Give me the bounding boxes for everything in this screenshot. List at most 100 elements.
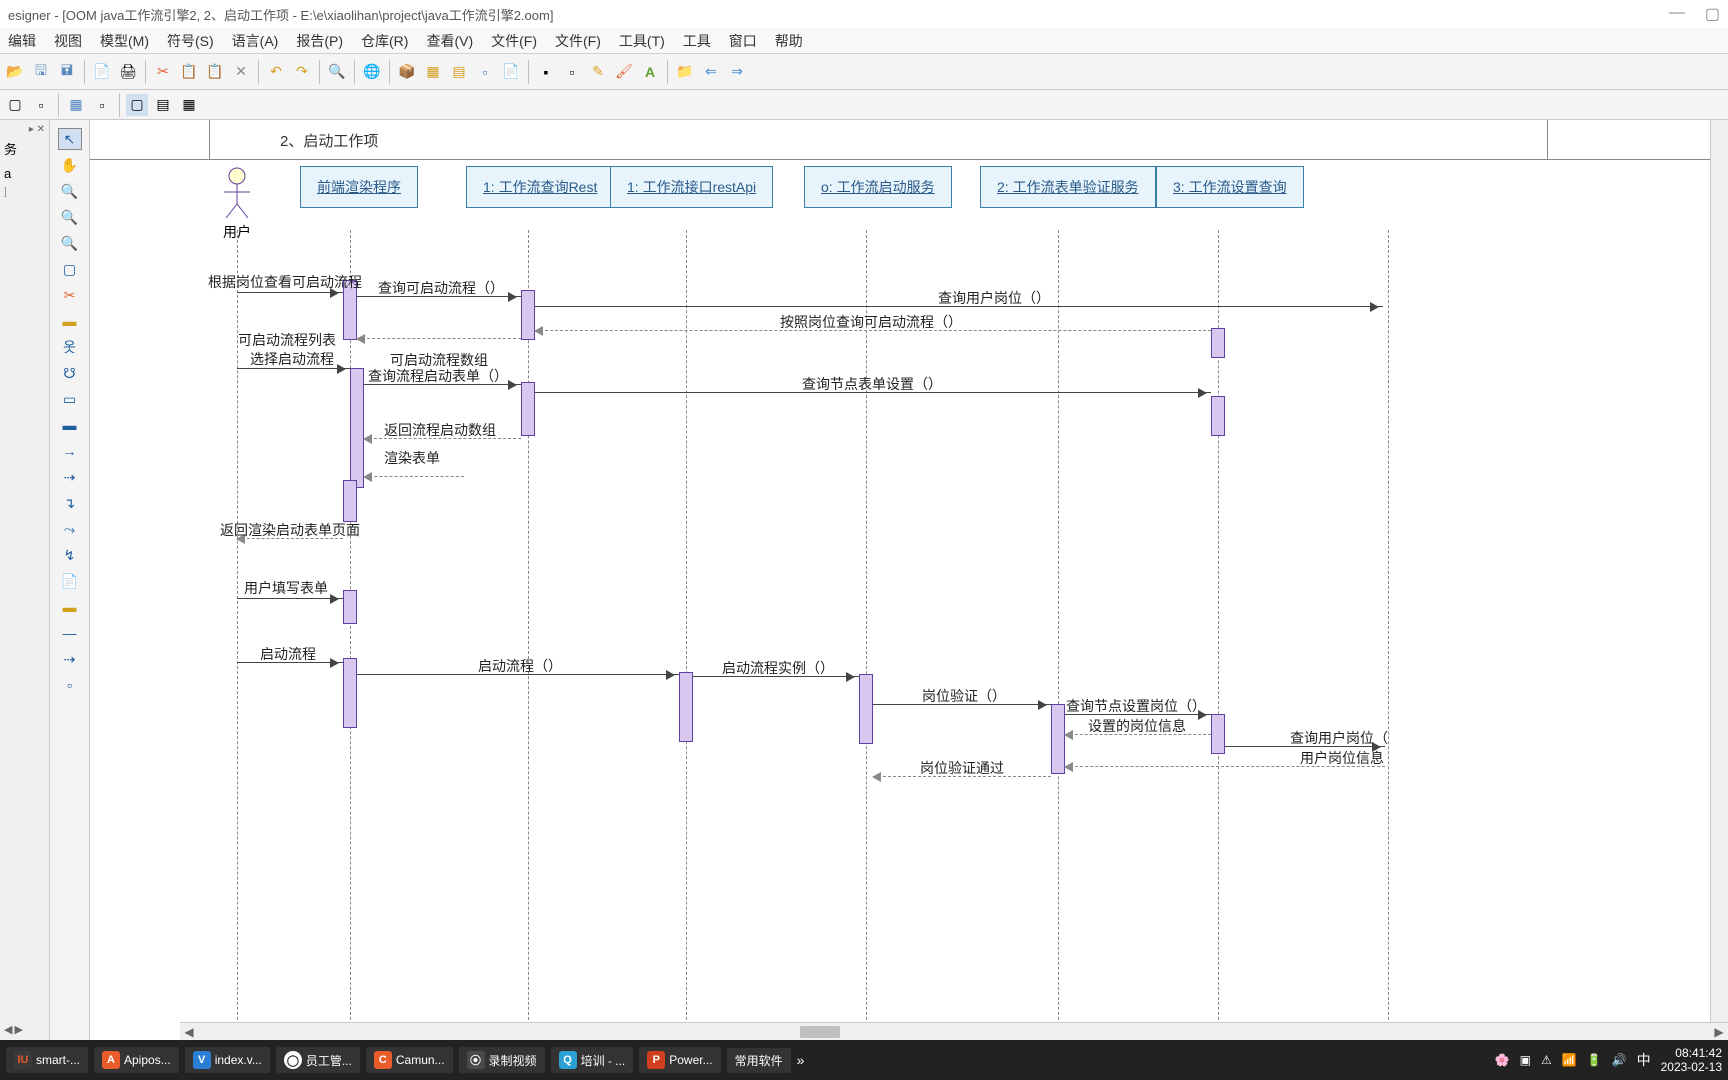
zoom-out-icon[interactable]: 🔍 [58,206,82,228]
zoom-in-icon[interactable]: 🔍 [58,180,82,202]
taskbar-item[interactable]: ⦿录制视频 [459,1047,545,1073]
new-icon[interactable]: 📄 [500,61,522,83]
message-tool-icon[interactable]: → [58,440,82,462]
taskbar-overflow-icon[interactable]: » [797,1052,805,1068]
volume-icon[interactable]: 🔊 [1612,1053,1627,1067]
rect-tool-icon[interactable]: ▭ [58,388,82,410]
menu-help[interactable]: 帮助 [775,31,803,51]
package-tool-icon[interactable]: ▬ [58,310,82,332]
menu-edit[interactable]: 编辑 [8,31,36,51]
taskbar-item[interactable]: 常用软件 [727,1048,791,1073]
wifi-icon[interactable]: 📶 [1562,1053,1577,1067]
link-tool-icon[interactable]: ― [58,622,82,644]
scroll-right-icon[interactable]: ▶ [14,1023,22,1036]
scroll-left-icon[interactable]: ◀ [4,1023,12,1036]
lifeline-frontend[interactable]: 前端渲染程序 [300,166,418,208]
return-tool-icon[interactable]: ⇢ [58,466,82,488]
create-msg-tool-icon[interactable]: ⤳ [58,518,82,540]
cut-icon[interactable]: ✂ [152,61,174,83]
frame-tool-icon[interactable]: ▬ [58,414,82,436]
diagram-icon[interactable]: ▤ [448,61,470,83]
tray-icon[interactable]: ⚠ [1541,1053,1552,1067]
menu-file[interactable]: 文件(F) [491,31,537,51]
copy-icon[interactable]: 📋 [178,61,200,83]
redo-icon[interactable]: ↷ [291,61,313,83]
menu-language[interactable]: 语言(A) [232,31,279,51]
lifeline-start-svc[interactable]: o: 工作流启动服务 [804,166,952,208]
destroy-tool-icon[interactable]: ↯ [58,544,82,566]
scissors-icon[interactable]: ✂ [58,284,82,306]
zoom-region-icon[interactable]: ▢ [58,258,82,280]
undo-icon[interactable]: ↶ [265,61,287,83]
delete-icon[interactable]: ✕ [230,61,252,83]
scroll-thumb[interactable] [800,1026,840,1038]
actor-tool-icon[interactable]: 옷 [58,336,82,358]
zoom-fit-icon[interactable]: 🔍 [58,232,82,254]
lifeline-rest-api[interactable]: 1: 工作流接口restApi [610,166,773,208]
anchor-tool-icon[interactable]: ▬ [58,596,82,618]
taskbar-item[interactable]: Q培训 - ... [551,1047,634,1073]
viewmode4-icon[interactable]: ▤ [152,94,174,116]
menu-symbol[interactable]: 符号(S) [167,31,214,51]
menu-file2[interactable]: 文件(F) [555,31,601,51]
layout1-icon[interactable]: ▢ [4,94,26,116]
layout2-icon[interactable]: ▫ [30,94,52,116]
pencil-icon[interactable]: ✎ [587,61,609,83]
menu-view[interactable]: 视图 [54,31,82,51]
nav-back-icon[interactable]: ⇐ [700,61,722,83]
viewmode5-icon[interactable]: ▦ [178,94,200,116]
lifeline-setting-query[interactable]: 3: 工作流设置查询 [1156,166,1304,208]
menu-tools[interactable]: 工具(T) [619,31,665,51]
folder-icon[interactable]: 📁 [674,61,696,83]
viewmode2-icon[interactable]: ▫ [91,94,113,116]
taskbar-item[interactable]: ◯员工管... [276,1047,360,1073]
ime-indicator[interactable]: 中 [1637,1050,1651,1070]
text-icon[interactable]: A [639,61,661,83]
misc-tool-icon[interactable]: ▫ [58,674,82,696]
panel-label-1[interactable]: 务 [4,139,45,158]
clock[interactable]: 08:41:42 2023-02-13 [1661,1046,1722,1075]
scroll-left-icon[interactable]: ◀ [180,1025,198,1039]
taskbar-item[interactable]: PPower... [639,1047,720,1073]
shape1-icon[interactable]: ▪ [535,61,557,83]
lifeline-form-verify[interactable]: 2: 工作流表单验证服务 [980,166,1156,208]
diagram-canvas[interactable]: 2、启动工作项 用户 前端渲染程序 1: 工作流查询Rest 1: 工作流接口r… [90,120,1728,1040]
taskbar-item[interactable]: IUsmart-... [6,1047,88,1073]
lifeline-query-rest[interactable]: 1: 工作流查询Rest [466,166,614,208]
panel-label-2[interactable]: a [4,166,45,181]
scroll-right-icon[interactable]: ▶ [1710,1025,1728,1039]
note-tool-icon[interactable]: 📄 [58,570,82,592]
brush-icon[interactable]: 🖌 [613,61,635,83]
self-msg-tool-icon[interactable]: ↴ [58,492,82,514]
menu-report[interactable]: 报告(P) [296,31,343,51]
saveall-icon[interactable]: 🖬 [56,61,78,83]
viewmode3-icon[interactable]: ▢ [126,94,148,116]
paste-icon[interactable]: 📋 [204,61,226,83]
viewmode1-icon[interactable]: ▦ [65,94,87,116]
shape2-icon[interactable]: ▫ [561,61,583,83]
tray-icon[interactable]: 🌸 [1495,1053,1510,1067]
menu-window[interactable]: 窗口 [729,31,757,51]
battery-icon[interactable]: 🔋 [1587,1053,1602,1067]
horizontal-scrollbar[interactable]: ◀ ▶ [180,1022,1728,1040]
maximize-icon[interactable]: ▢ [1705,4,1720,24]
class-icon[interactable]: ▦ [422,61,444,83]
menu-view2[interactable]: 查看(V) [426,31,473,51]
menu-repository[interactable]: 仓库(R) [361,31,408,51]
menu-tools2[interactable]: 工具 [683,31,711,51]
save-icon[interactable]: 🖫 [30,61,52,83]
open-icon[interactable]: 📂 [4,61,26,83]
tray-icon[interactable]: ▣ [1520,1053,1531,1067]
find-icon[interactable]: 🔍 [326,61,348,83]
taskbar-item[interactable]: CCamun... [366,1047,453,1073]
dependency-tool-icon[interactable]: ⇢ [58,648,82,670]
object-icon[interactable]: ▫ [474,61,496,83]
globe-icon[interactable]: 🌐 [361,61,383,83]
hand-tool-icon[interactable]: ✋ [58,154,82,176]
vertical-scrollbar[interactable] [1710,120,1728,1022]
menu-model[interactable]: 模型(M) [100,31,149,51]
print-icon[interactable]: 🖨 [117,61,139,83]
taskbar-item[interactable]: Vindex.v... [185,1047,270,1073]
package-icon[interactable]: 📦 [396,61,418,83]
print-preview-icon[interactable]: 📄 [91,61,113,83]
